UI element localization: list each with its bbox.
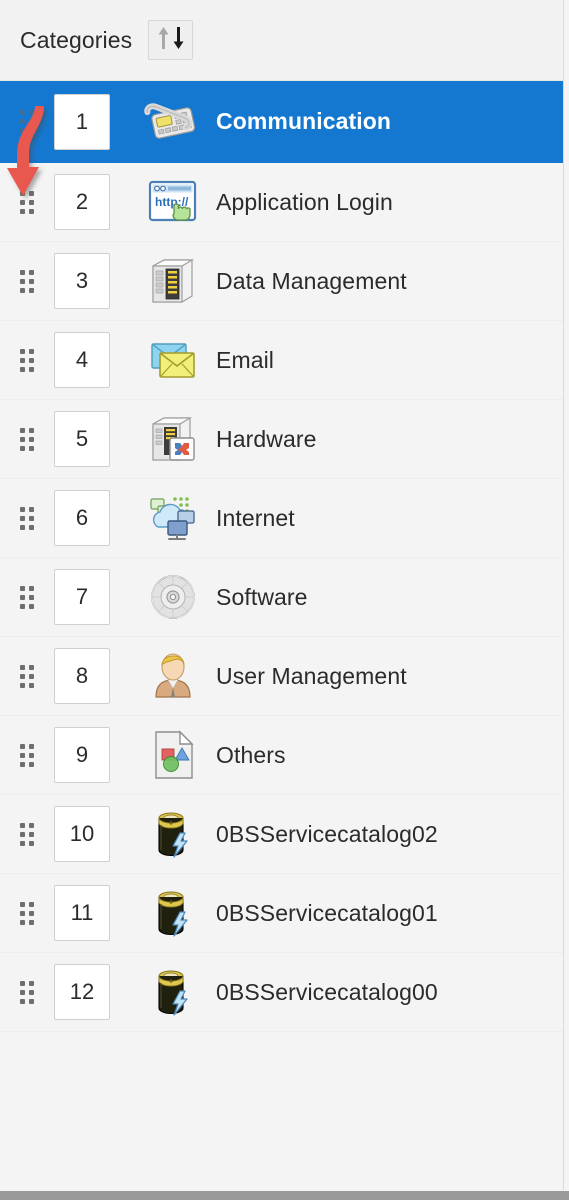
order-number-input[interactable]: 1: [54, 93, 110, 150]
category-row[interactable]: 9 Others: [0, 716, 563, 795]
category-row[interactable]: 8 User Management: [0, 637, 563, 716]
drag-handle-icon[interactable]: [12, 743, 42, 767]
category-label: Internet: [216, 504, 295, 531]
battery-bolt-icon: [138, 804, 208, 864]
drag-handle-icon[interactable]: [12, 348, 42, 372]
drag-handle-icon[interactable]: [12, 427, 42, 451]
order-number-input[interactable]: 7: [54, 569, 110, 625]
desk-phone-icon: [138, 92, 208, 152]
page-title: Categories: [20, 26, 133, 53]
sort-toggle-button[interactable]: [148, 20, 194, 60]
category-label: Application Login: [216, 188, 393, 215]
category-row[interactable]: 10 0BSServicecatalog02: [0, 795, 563, 874]
cloud-network-icon: [138, 488, 208, 548]
category-row[interactable]: 12 0BSServicecatalog00: [0, 953, 563, 1032]
order-number-input[interactable]: 3: [54, 253, 110, 309]
category-label: Software: [216, 583, 308, 610]
drag-handle-icon[interactable]: [12, 506, 42, 530]
categories-list: 1 Communication 2 http:// Application Lo…: [0, 81, 563, 1032]
category-label: User Management: [216, 662, 407, 689]
category-label: 0BSServicecatalog00: [216, 978, 438, 1005]
category-label: Email: [216, 346, 275, 373]
compact-disc-icon: [138, 567, 208, 627]
drag-handle-icon[interactable]: [12, 980, 42, 1004]
category-row[interactable]: 4 Email: [0, 321, 563, 400]
order-number-input[interactable]: 10: [54, 806, 110, 862]
user-person-icon: [138, 646, 208, 706]
order-number-input[interactable]: 6: [54, 490, 110, 546]
category-row[interactable]: 2 http:// Application Login: [0, 163, 563, 242]
drag-handle-icon[interactable]: [12, 190, 42, 214]
arrow-up-icon: [157, 26, 170, 55]
category-row[interactable]: 1 Communication: [0, 81, 563, 163]
order-number-input[interactable]: 9: [54, 727, 110, 783]
category-row[interactable]: 7 Software: [0, 558, 563, 637]
server-tower-icon: [138, 251, 208, 311]
battery-bolt-icon: [138, 962, 208, 1022]
drag-handle-icon[interactable]: [12, 664, 42, 688]
drag-handle-icon[interactable]: [12, 901, 42, 925]
categories-panel: Categories 1 Communication 2 http:// App…: [0, 0, 569, 1200]
drag-handle-icon[interactable]: [12, 822, 42, 846]
category-label: Data Management: [216, 267, 407, 294]
order-number-input[interactable]: 2: [54, 174, 110, 230]
order-number-input[interactable]: 12: [54, 964, 110, 1020]
browser-http-icon: http://: [138, 172, 208, 232]
arrow-down-icon: [172, 26, 185, 55]
bottom-status-bar: [0, 1191, 569, 1200]
envelope-icon: [138, 330, 208, 390]
battery-bolt-icon: [138, 883, 208, 943]
server-network-icon: [138, 409, 208, 469]
category-row[interactable]: 5 Hardware: [0, 400, 563, 479]
drag-handle-icon[interactable]: [12, 585, 42, 609]
category-label: 0BSServicecatalog01: [216, 899, 438, 926]
order-number-input[interactable]: 8: [54, 648, 110, 704]
category-row[interactable]: 3 Data Management: [0, 242, 563, 321]
categories-panel-inner: Categories 1 Communication 2 http:// App…: [0, 0, 564, 1190]
category-row[interactable]: 6 Internet: [0, 479, 563, 558]
panel-header: Categories: [0, 0, 563, 81]
drag-handle-icon[interactable]: [12, 269, 42, 293]
order-number-input[interactable]: 11: [54, 885, 110, 941]
category-label: Others: [216, 741, 286, 768]
order-number-input[interactable]: 4: [54, 332, 110, 388]
order-number-input[interactable]: 5: [54, 411, 110, 467]
document-shapes-icon: [138, 725, 208, 785]
category-label: Hardware: [216, 425, 317, 452]
drag-handle-icon[interactable]: [12, 110, 42, 133]
category-label: Communication: [216, 108, 392, 134]
category-row[interactable]: 11 0BSServicecatalog01: [0, 874, 563, 953]
category-label: 0BSServicecatalog02: [216, 820, 438, 847]
